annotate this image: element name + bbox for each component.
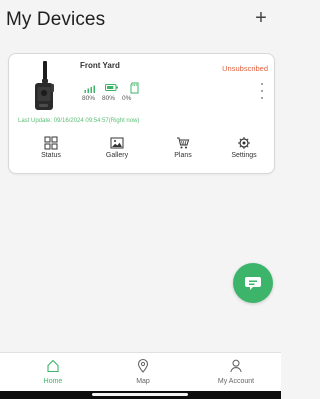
- device-actions: Status Gallery Plans Settings: [9, 134, 276, 172]
- plans-button[interactable]: Plans: [153, 134, 213, 172]
- device-name: Front Yard: [80, 61, 120, 70]
- status-label: Status: [41, 152, 61, 159]
- plans-label: Plans: [174, 152, 192, 159]
- home-icon: [47, 359, 59, 373]
- home-indicator[interactable]: [92, 393, 188, 396]
- account-tab[interactable]: My Account: [201, 353, 271, 391]
- subscription-status: Unsubscribed: [222, 64, 268, 73]
- user-icon: [230, 359, 242, 373]
- device-status-values: 80% 80% 0%: [82, 93, 162, 105]
- more-options-icon[interactable]: [259, 78, 265, 106]
- grid-icon: [44, 136, 58, 150]
- map-label: Map: [136, 378, 150, 385]
- home-label: Home: [43, 378, 63, 385]
- home-tab[interactable]: Home: [18, 353, 88, 391]
- add-device-button[interactable]: +: [249, 6, 273, 30]
- app-screen: My Devices + Front Yard Unsubscribed 80%…: [0, 0, 281, 399]
- system-navigation-bar: [0, 391, 281, 399]
- device-card[interactable]: Front Yard Unsubscribed 80% 80% 0% Last …: [8, 53, 275, 174]
- trail-camera-image: [35, 61, 54, 110]
- map-tab[interactable]: Map: [108, 353, 178, 391]
- status-button[interactable]: Status: [21, 134, 81, 172]
- bottom-navigation: Home Map My Account: [0, 352, 281, 391]
- gallery-button[interactable]: Gallery: [87, 134, 147, 172]
- settings-button[interactable]: Settings: [214, 134, 274, 172]
- battery-icon: [105, 84, 118, 91]
- settings-label: Settings: [231, 152, 257, 159]
- top-bar: My Devices +: [0, 0, 281, 40]
- gear-icon: [238, 137, 250, 149]
- page-title: My Devices: [6, 9, 106, 30]
- storage-value: 0%: [122, 95, 132, 102]
- cart-icon: [177, 137, 190, 149]
- image-icon: [110, 137, 124, 149]
- map-pin-icon: [137, 358, 149, 373]
- chat-icon: [245, 277, 261, 290]
- gallery-label: Gallery: [105, 152, 129, 159]
- chat-button[interactable]: [233, 263, 273, 303]
- signal-value: 80%: [82, 95, 96, 102]
- account-label: My Account: [217, 378, 255, 385]
- last-update-text: Last Update: 09/16/2024 09:54:57(Right n…: [18, 118, 140, 124]
- battery-value: 80%: [102, 95, 116, 102]
- plus-icon: +: [255, 7, 267, 29]
